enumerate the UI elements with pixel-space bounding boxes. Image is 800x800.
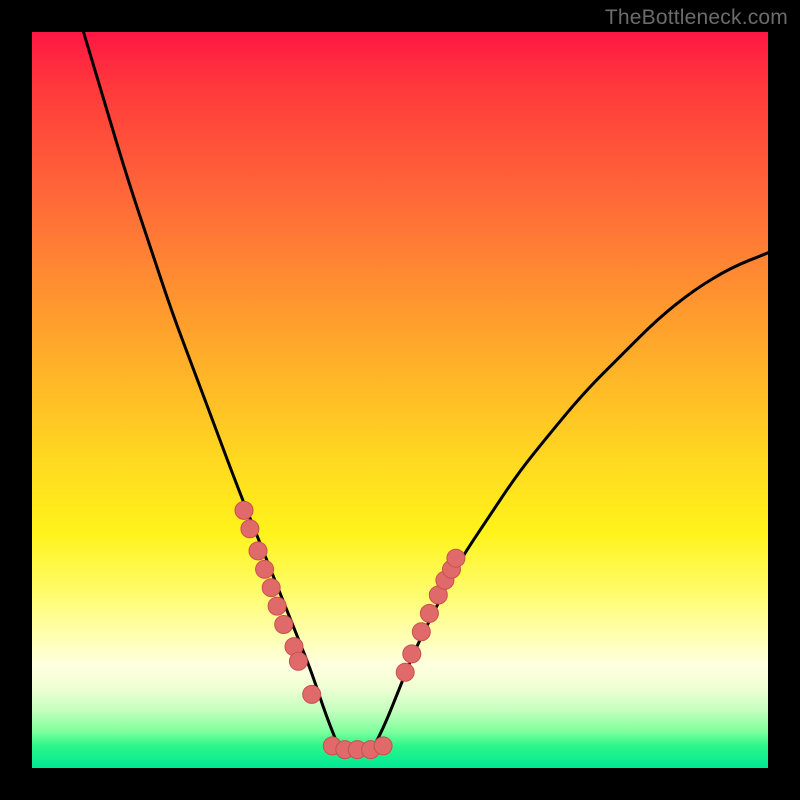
marker-point [235,501,253,519]
marker-point [403,645,421,663]
marker-point [256,560,274,578]
chart-svg [32,32,768,768]
bottleneck-curve [84,32,769,753]
plot-area [32,32,768,768]
marker-point [396,663,414,681]
watermark-text: TheBottleneck.com [605,6,788,30]
marker-point [289,652,307,670]
marker-point [420,604,438,622]
marker-point [268,597,286,615]
chart-frame: TheBottleneck.com [0,0,800,800]
marker-point [249,542,267,560]
marker-point [447,549,465,567]
marker-point [275,616,293,634]
marker-point [241,520,259,538]
marker-point [303,685,321,703]
marker-point [374,737,392,755]
marker-point [412,623,430,641]
marker-point [262,579,280,597]
highlight-markers [235,501,465,758]
